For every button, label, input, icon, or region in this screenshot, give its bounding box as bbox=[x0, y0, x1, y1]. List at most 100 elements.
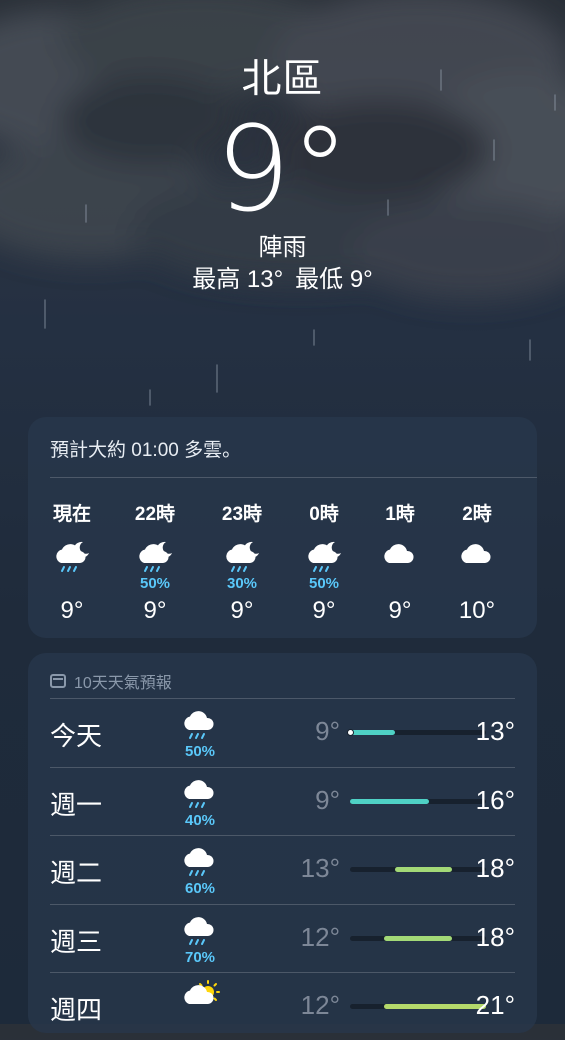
hour-temp: 9° bbox=[312, 597, 336, 624]
low-temp: 12° bbox=[300, 921, 340, 952]
condition-text: 陣雨 bbox=[258, 234, 307, 261]
low-temp: 13° bbox=[300, 853, 340, 883]
day-weather: 50% bbox=[165, 706, 235, 760]
day-weather bbox=[165, 980, 235, 1017]
cloud-rain-icon bbox=[184, 848, 214, 876]
cloud-icon bbox=[384, 544, 414, 563]
high-temp: 16° bbox=[475, 784, 515, 815]
city-name: 北區 bbox=[241, 57, 324, 101]
hour-icon-wrap bbox=[115, 537, 195, 573]
ten-day-forecast-card[interactable]: 10天天氣預報 今天 50% 9° 13° 週一 40% 9° 16° 週二 60% 13° 18° 週… bbox=[28, 653, 537, 1033]
cloud-icon bbox=[461, 544, 491, 563]
hour-column: 23時 30% 9° bbox=[202, 499, 282, 625]
low-temp: 最低 9° bbox=[295, 266, 373, 293]
temp-range-bar bbox=[350, 867, 486, 872]
hour-label: 0時 bbox=[309, 504, 339, 525]
day-weather: 40% bbox=[165, 775, 235, 829]
hour-label: 1時 bbox=[385, 504, 415, 525]
hour-label: 2時 bbox=[462, 504, 492, 525]
day-label: 今天 bbox=[50, 721, 103, 751]
precip-chance bbox=[32, 575, 112, 593]
ten-day-forecast-header: 10天天氣預報 bbox=[50, 669, 172, 693]
ten-day-forecast-title: 10天天氣預報 bbox=[74, 675, 172, 692]
high-temp: 最高 13° bbox=[192, 266, 284, 293]
precip-chance: 50% bbox=[139, 575, 171, 592]
divider bbox=[50, 835, 515, 836]
hour-icon-wrap bbox=[32, 537, 112, 573]
low-temp: 9° bbox=[315, 784, 340, 815]
hour-temp: 9° bbox=[388, 597, 412, 624]
day-label: 週一 bbox=[50, 789, 103, 820]
divider bbox=[50, 698, 515, 699]
high-temp: 18° bbox=[475, 921, 515, 952]
temp-range-bar bbox=[347, 729, 486, 736]
precip-chance bbox=[437, 575, 517, 593]
hour-label: 現在 bbox=[52, 504, 91, 525]
temp-range-fill bbox=[384, 935, 452, 941]
precip-chance: 40% bbox=[184, 811, 216, 829]
precip-chance: 50% bbox=[184, 743, 216, 760]
precip-chance bbox=[360, 575, 440, 593]
precip-chance: 60% bbox=[184, 880, 216, 897]
hour-temp: 9° bbox=[230, 597, 254, 624]
hour-icon-wrap bbox=[437, 537, 517, 573]
cloud-moon-rain-icon bbox=[226, 541, 259, 572]
cloud-moon-rain-icon bbox=[308, 541, 341, 572]
temp-range-fill bbox=[384, 1004, 486, 1009]
forecast-day-row[interactable]: 週二 60% 13° 18° bbox=[50, 835, 515, 903]
forecast-day-row[interactable]: 今天 50% 9° 13° bbox=[50, 698, 515, 766]
cloud-rain-icon bbox=[184, 916, 214, 945]
hour-icon-wrap bbox=[202, 537, 282, 573]
current-temp-dot bbox=[347, 729, 354, 736]
hour-column: 0時 50% 9° bbox=[284, 499, 364, 625]
high-temp: 21° bbox=[475, 990, 515, 1020]
hour-column: 1時 9° bbox=[360, 499, 440, 625]
calendar-icon bbox=[50, 674, 66, 688]
precip-chance: 50% bbox=[308, 575, 340, 592]
temp-range-bar bbox=[350, 798, 486, 804]
forecast-day-row[interactable]: 週四 12° 21° bbox=[50, 972, 515, 1040]
hour-temp: 10° bbox=[458, 597, 496, 624]
cloud-moon-rain-icon bbox=[139, 541, 172, 572]
cloud-rain-icon bbox=[184, 711, 214, 739]
divider bbox=[50, 903, 515, 905]
precip-chance: 30% bbox=[226, 575, 258, 592]
high-temp: 18° bbox=[475, 853, 515, 883]
day-weather: 60% bbox=[165, 843, 235, 897]
day-label: 週三 bbox=[50, 926, 103, 957]
hour-icon-wrap bbox=[360, 537, 440, 573]
hour-temp: 9° bbox=[143, 597, 167, 624]
cloud-sun-icon bbox=[184, 980, 220, 1004]
forecast-day-row[interactable]: 週三 70% 12° 18° bbox=[50, 903, 515, 972]
divider bbox=[50, 972, 515, 973]
divider bbox=[50, 477, 537, 478]
cloud-rain-icon bbox=[184, 779, 214, 808]
hourly-summary: 預計大約 01:00 多雲。 bbox=[50, 440, 242, 461]
high-low-temps: 最高 13° 最低 9° bbox=[0, 265, 565, 295]
cloud-moon-rain-icon bbox=[56, 541, 89, 572]
hour-column: 22時 50% 9° bbox=[115, 499, 195, 625]
hour-label: 22時 bbox=[134, 504, 176, 525]
day-label: 週二 bbox=[50, 858, 103, 888]
hour-label: 23時 bbox=[221, 504, 263, 525]
low-temp: 12° bbox=[300, 990, 340, 1020]
low-temp: 9° bbox=[315, 716, 340, 746]
hourly-forecast-card[interactable]: 預計大約 01:00 多雲。 現在 9° 22時 50% 9° 23時 30% 9° 0時 50%… bbox=[28, 417, 537, 638]
temp-range-fill bbox=[395, 867, 452, 872]
current-temperature: 9° bbox=[215, 100, 350, 238]
day-weather: 70% bbox=[165, 912, 235, 966]
divider bbox=[50, 766, 515, 768]
forecast-day-row[interactable]: 週一 40% 9° 16° bbox=[50, 766, 515, 835]
temp-range-fill bbox=[350, 798, 430, 804]
temp-range-bar bbox=[350, 935, 486, 941]
temp-range-bar bbox=[350, 1004, 486, 1009]
day-label: 週四 bbox=[50, 995, 103, 1025]
current-weather: 北區 9° 陣雨 最高 13° 最低 9° bbox=[0, 55, 565, 295]
hour-temp: 9° bbox=[60, 597, 84, 624]
temp-range-fill bbox=[350, 730, 396, 735]
hour-column: 2時 10° bbox=[437, 499, 517, 625]
hour-icon-wrap bbox=[284, 537, 364, 573]
hour-column: 現在 9° bbox=[32, 499, 112, 625]
high-temp: 13° bbox=[475, 716, 515, 746]
precip-chance: 70% bbox=[184, 948, 216, 966]
